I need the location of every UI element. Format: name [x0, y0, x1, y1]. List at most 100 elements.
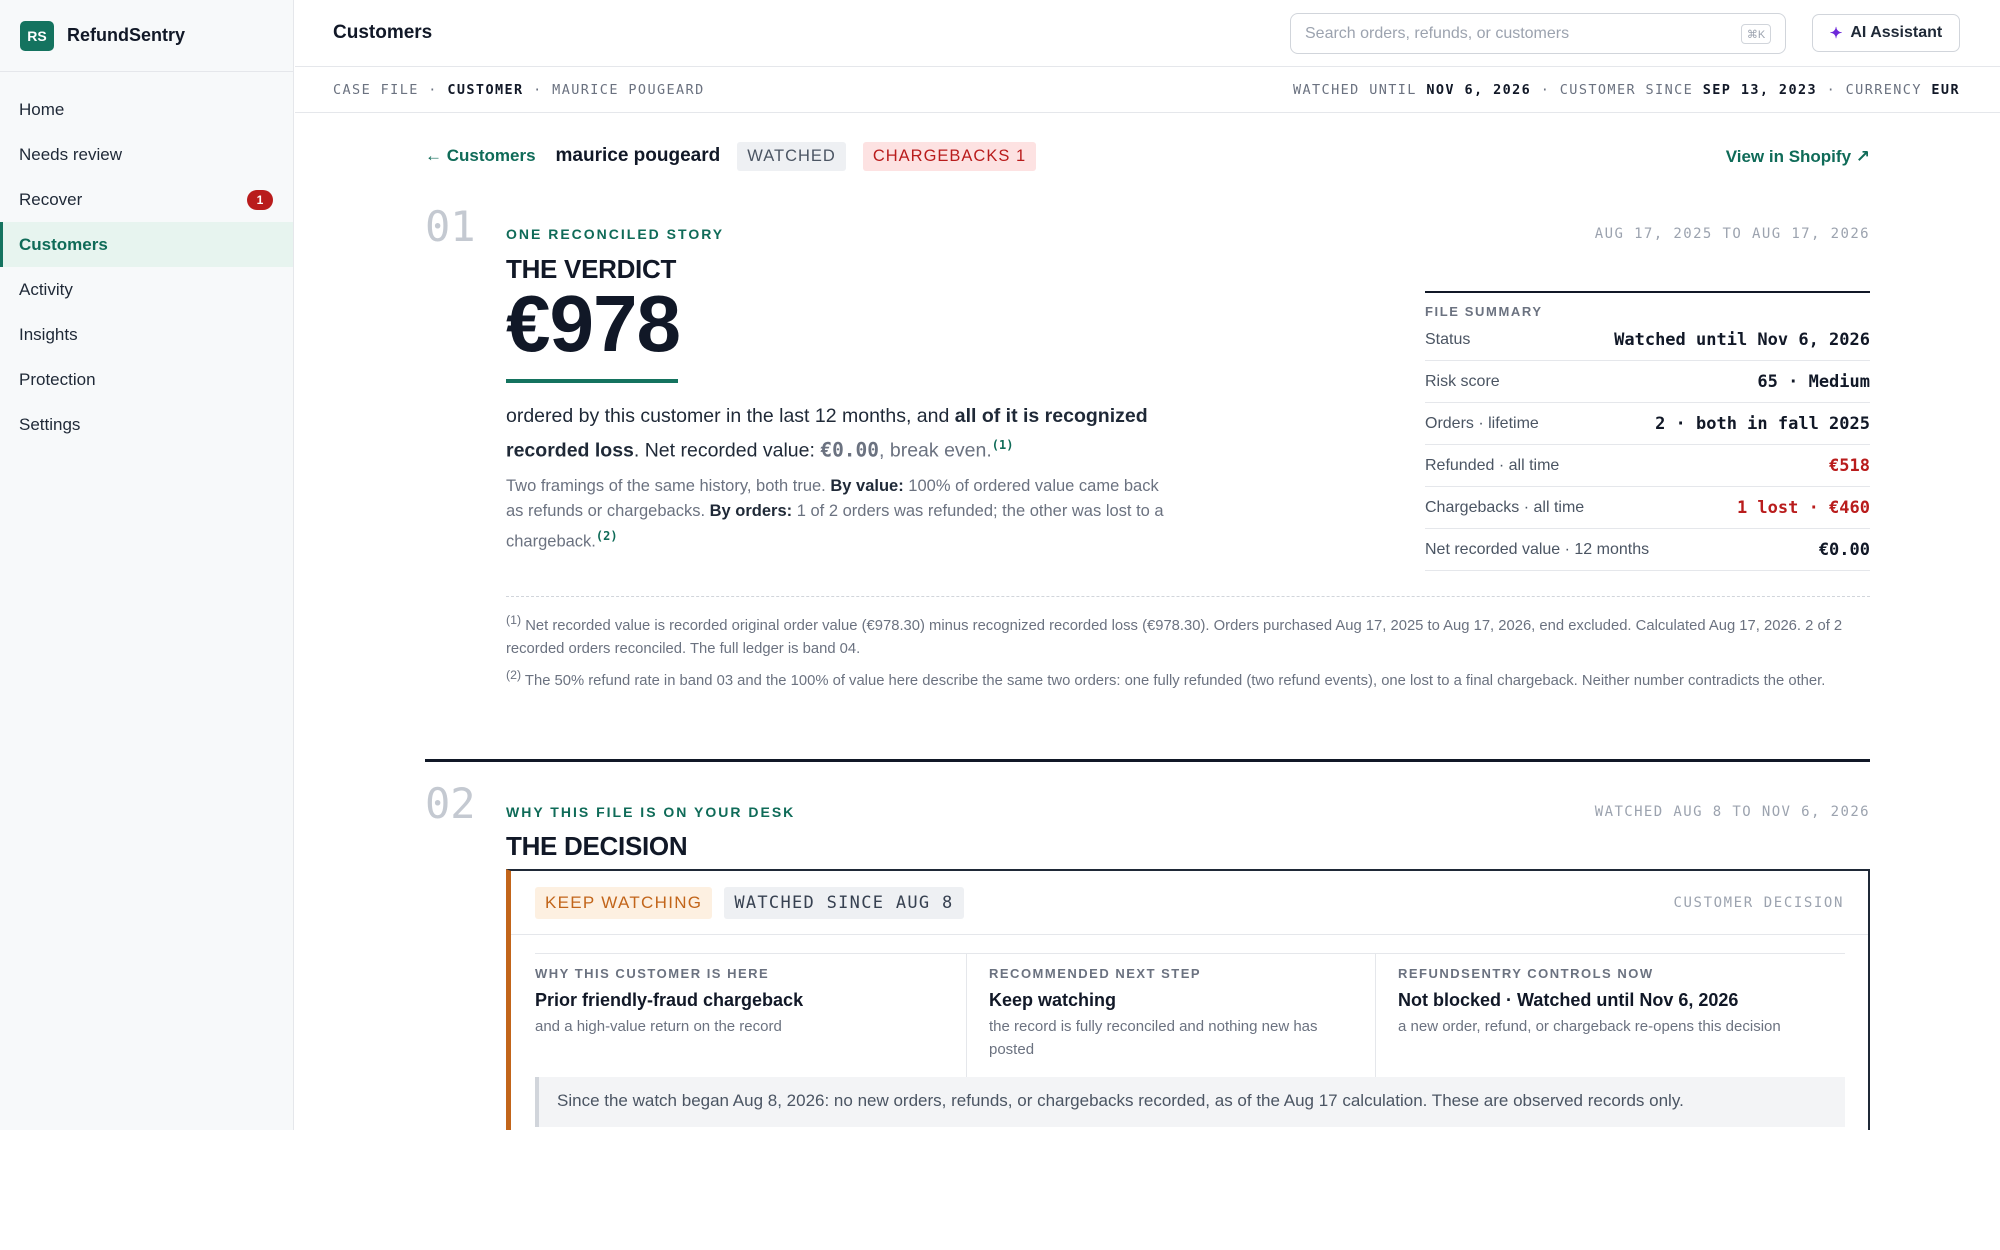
- section-eyebrow: ONE RECONCILED STORY: [506, 226, 725, 242]
- summary-value: 65 · Medium: [1757, 371, 1870, 392]
- customer-label: CUSTOMER: [447, 82, 524, 98]
- footnote-1: (1) Net recorded value is recorded origi…: [506, 609, 1870, 661]
- sidebar-item-recover[interactable]: Recover 1: [0, 177, 293, 222]
- watched-badge: WATCHED: [737, 141, 846, 171]
- framing-text: Two framings of the same history, both t…: [506, 477, 831, 495]
- search-shortcut-hint: ⌘K: [1741, 24, 1771, 44]
- summary-row-chargebacks: Chargebacks · all time 1 lost · €460: [1425, 487, 1870, 529]
- sidebar-item-customers[interactable]: Customers: [0, 222, 293, 267]
- col-title: Not blocked · Watched until Nov 6, 2026: [1398, 990, 1739, 1010]
- case-meta: WATCHED UNTIL NOV 6, 2026 · CUSTOMER SIN…: [1293, 82, 1960, 98]
- verdict-amount: €978: [506, 279, 681, 368]
- decision-date-range: WATCHED AUG 8 TO NOV 6, 2026: [1594, 804, 1870, 820]
- verdict-statement: ordered by this customer in the last 12 …: [506, 402, 1186, 466]
- col-title: Prior friendly-fraud chargeback: [535, 990, 804, 1010]
- sidebar-item-insights[interactable]: Insights: [0, 312, 293, 357]
- footnote-marker: (1): [506, 613, 522, 627]
- footnote-divider: [506, 596, 1870, 597]
- customer-since-value: SEP 13, 2023: [1702, 82, 1818, 98]
- footnote-ref-2[interactable]: (2): [596, 529, 618, 543]
- customer-header: ← Customers maurice pougeard WATCHED CHA…: [425, 139, 1870, 173]
- sidebar-item-home[interactable]: Home: [0, 87, 293, 132]
- footnote-marker: (2): [506, 667, 522, 682]
- framing-bold: By orders:: [709, 502, 793, 520]
- sidebar-nav: Home Needs review Recover 1 Customers Act…: [0, 87, 293, 447]
- footnote-ref-1[interactable]: (1): [992, 438, 1014, 452]
- separator: ·: [1826, 82, 1837, 98]
- sidebar-item-protection[interactable]: Protection: [0, 357, 293, 402]
- sidebar-item-settings[interactable]: Settings: [0, 402, 293, 447]
- footnote-2: (2) The 50% refund rate in band 03 and t…: [506, 664, 1870, 693]
- summary-label: Status: [1425, 330, 1471, 348]
- amount-underline: [506, 379, 678, 383]
- section-title: THE DECISION: [506, 831, 688, 861]
- brand-name: RefundSentry: [67, 25, 186, 45]
- watched-since-badge: WATCHED SINCE AUG 8: [724, 886, 964, 919]
- summary-value: 1 lost · €460: [1736, 497, 1870, 518]
- section-divider: [425, 759, 1870, 762]
- col-eyebrow: RECOMMENDED NEXT STEP: [989, 966, 1202, 981]
- customer-name: maurice pougeard: [555, 145, 721, 166]
- framing-bold: By value:: [830, 477, 904, 495]
- footnote-text: The 50% refund rate in band 03 and the 1…: [524, 672, 1826, 689]
- brand[interactable]: RS RefundSentry: [0, 0, 293, 72]
- top-bar: Customers ⌘K ✦ AI Assistant: [295, 0, 2000, 67]
- sidebar-item-activity[interactable]: Activity: [0, 267, 293, 312]
- case-file-label: CASE FILE: [333, 82, 419, 98]
- separator: ·: [428, 82, 438, 98]
- summary-value: Watched until Nov 6, 2026: [1614, 329, 1870, 350]
- framing-note: Two framings of the same history, both t…: [506, 474, 1166, 555]
- decision-col-why: WHY THIS CUSTOMER IS HERE Prior friendly…: [535, 954, 967, 1077]
- sidebar-item-label: Protection: [19, 369, 96, 389]
- customer-since-label: CUSTOMER SINCE: [1559, 82, 1694, 98]
- ai-assistant-button[interactable]: ✦ AI Assistant: [1812, 14, 1960, 52]
- summary-row-orders: Orders · lifetime 2 · both in fall 2025: [1425, 403, 1870, 445]
- currency-value: EUR: [1931, 82, 1960, 98]
- case-customer-name: MAURICE POUGEARD: [552, 82, 705, 98]
- page-title: Customers: [333, 22, 433, 43]
- back-to-customers-link[interactable]: ← Customers: [425, 146, 536, 166]
- file-summary-title: FILE SUMMARY: [1425, 304, 1543, 319]
- col-title: Keep watching: [989, 990, 1117, 1010]
- watched-until-label: WATCHED UNTIL: [1292, 82, 1417, 98]
- view-in-shopify-link[interactable]: View in Shopify ↗: [1726, 147, 1870, 167]
- case-file-bar: CASE FILE · CUSTOMER · MAURICE POUGEARD …: [295, 68, 2000, 113]
- keep-watching-badge: KEEP WATCHING: [535, 886, 713, 919]
- search-input[interactable]: [1305, 24, 1725, 43]
- summary-value: €0.00: [1818, 539, 1870, 560]
- summary-label: Net recorded value · 12 months: [1425, 540, 1650, 558]
- summary-label: Risk score: [1425, 372, 1500, 390]
- sidebar-item-label: Insights: [19, 324, 78, 344]
- sparkle-icon: ✦: [1829, 25, 1843, 42]
- verdict-text-part: , break even.: [879, 439, 992, 462]
- sidebar-item-label: Home: [19, 99, 65, 119]
- separator: ·: [533, 82, 543, 98]
- decision-col-controls: REFUNDSENTRY CONTROLS NOW Not blocked · …: [1376, 954, 1845, 1077]
- sidebar-item-needs-review[interactable]: Needs review: [0, 132, 293, 177]
- verdict-text-part: . Net recorded value:: [633, 439, 821, 462]
- search-box[interactable]: ⌘K: [1290, 13, 1786, 54]
- sidebar-item-label: Customers: [19, 234, 108, 254]
- footnote-text: Net recorded value is recorded original …: [506, 617, 1843, 657]
- currency-label: CURRENCY: [1845, 82, 1922, 98]
- decision-header: KEEP WATCHING WATCHED SINCE AUG 8 CUSTOM…: [511, 871, 1868, 935]
- col-subtext: and a high-value return on the record: [535, 1018, 782, 1035]
- sidebar-item-label: Activity: [19, 279, 73, 299]
- summary-row-status: Status Watched until Nov 6, 2026: [1425, 319, 1870, 361]
- sidebar: RS RefundSentry Home Needs review Recove…: [0, 0, 294, 1130]
- case-breadcrumb: CASE FILE · CUSTOMER · MAURICE POUGEARD: [333, 82, 705, 98]
- summary-value: 2 · both in fall 2025: [1655, 413, 1870, 434]
- ai-assistant-label: AI Assistant: [1850, 24, 1943, 41]
- footnotes: (1) Net recorded value is recorded origi…: [506, 609, 1870, 693]
- col-eyebrow: WHY THIS CUSTOMER IS HERE: [535, 966, 770, 981]
- section-number: 01: [425, 202, 476, 251]
- separator: ·: [1540, 82, 1551, 98]
- watched-until-value: NOV 6, 2026: [1426, 82, 1532, 98]
- main-content: ← Customers maurice pougeard WATCHED CHA…: [295, 114, 2000, 1130]
- summary-label: Refunded · all time: [1425, 456, 1560, 474]
- recover-count-badge: 1: [247, 190, 273, 210]
- observed-records-note: Since the watch began Aug 8, 2026: no ne…: [535, 1077, 1845, 1127]
- summary-row-risk: Risk score 65 · Medium: [1425, 361, 1870, 403]
- sidebar-item-label: Needs review: [19, 144, 122, 164]
- section-eyebrow: WHY THIS FILE IS ON YOUR DESK: [506, 804, 796, 820]
